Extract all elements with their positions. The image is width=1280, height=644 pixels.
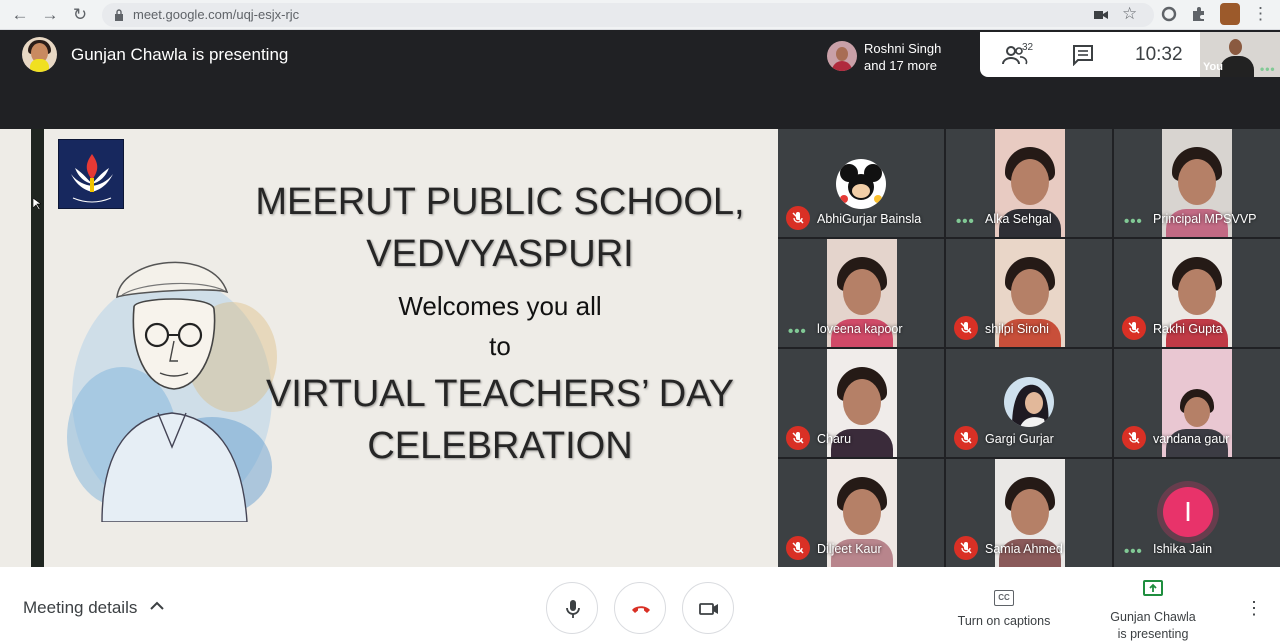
slide-title-line2: VEDVYASPURI — [366, 233, 634, 275]
browser-profile-avatar[interactable] — [1220, 3, 1240, 25]
present-now-button[interactable]: Gunjan Chawla is presenting — [1098, 579, 1208, 643]
muted-mic-badge — [954, 536, 978, 560]
more-options-icon[interactable]: ⋮ — [1245, 598, 1263, 619]
meeting-top-bar: Gunjan Chawla is presenting Roshni Singh… — [0, 30, 1280, 129]
bookmark-star-icon[interactable]: ☆ — [1122, 4, 1137, 24]
participant-name: Samia Ahmed — [985, 542, 1063, 556]
participant-tile[interactable]: Samia Ahmed — [946, 459, 1112, 567]
back-icon[interactable]: ← — [9, 4, 31, 26]
address-bar[interactable]: meet.google.com/uqj-esjx-rjc ☆ — [102, 3, 1154, 27]
participant-name: Charu — [817, 432, 852, 446]
chat-icon[interactable] — [1072, 44, 1094, 66]
participant-name: Rakhi Gupta — [1153, 322, 1223, 336]
participant-tile[interactable]: Diljeet Kaur — [778, 459, 944, 567]
slide-title-line1: MEERUT PUBLIC SCHOOL, — [255, 181, 745, 223]
participant-tile[interactable]: shilpi Sirohi — [946, 239, 1112, 347]
participant-tile[interactable]: ••• Alka Sehgal — [946, 129, 1112, 237]
participant-tile[interactable]: Gargi Gurjar — [946, 349, 1112, 457]
participant-avatar — [1004, 377, 1054, 427]
participant-tile[interactable]: ••• loveena kapoor — [778, 239, 944, 347]
participant-tile[interactable]: I ••• Ishika Jain — [1114, 459, 1280, 567]
meeting-control-bar: Meeting details CC Turn on captions Gunj… — [0, 567, 1280, 644]
microphone-icon — [566, 600, 580, 618]
browser-menu-icon[interactable]: ⋮ — [1252, 4, 1269, 24]
forward-icon[interactable]: → — [39, 4, 61, 26]
present-screen-icon — [1143, 580, 1163, 596]
participant-name: vandana gaur — [1153, 432, 1230, 446]
video-camera-icon — [699, 603, 718, 615]
more-options-dots-icon[interactable]: ••• — [956, 214, 975, 229]
leave-call-button[interactable] — [614, 582, 666, 634]
participant-name: shilpi Sirohi — [985, 322, 1049, 336]
muted-mic-badge — [954, 316, 978, 340]
slide-event-line2: CELEBRATION — [367, 425, 633, 467]
muted-mic-badge — [1122, 316, 1146, 340]
raised-hand-more: and 17 more — [864, 58, 937, 73]
chevron-up-icon[interactable] — [150, 600, 164, 610]
participant-name: Ishika Jain — [1153, 542, 1213, 556]
slide-event-line1: VIRTUAL TEACHERS’ DAY — [265, 373, 735, 415]
presenter-avatar — [22, 37, 57, 72]
muted-mic-badge — [786, 426, 810, 450]
participant-name: Gargi Gurjar — [985, 432, 1054, 446]
school-crest-logo — [58, 139, 124, 209]
slide-left-bar — [31, 129, 44, 567]
participant-grid: AbhiGurjar Bainsla ••• Alka Sehgal ••• P… — [778, 129, 1280, 567]
participant-tile[interactable]: Rakhi Gupta — [1114, 239, 1280, 347]
muted-mic-badge — [786, 206, 810, 230]
lock-icon — [115, 9, 123, 21]
hang-up-icon — [632, 606, 650, 613]
presenting-status-line1: Gunjan Chawla — [1110, 610, 1196, 624]
participant-tile[interactable]: AbhiGurjar Bainsla — [778, 129, 944, 237]
muted-mic-badge — [1122, 426, 1146, 450]
participant-name: AbhiGurjar Bainsla — [817, 212, 922, 226]
captions-label: Turn on captions — [957, 614, 1051, 628]
presenting-label: Gunjan Chawla is presenting — [71, 45, 289, 64]
participant-initial-avatar: I — [1163, 487, 1213, 537]
raised-hand-name: Roshni Singh — [864, 41, 942, 56]
raised-hand-notification[interactable]: Roshni Singh and 17 more — [820, 34, 980, 76]
mouse-pointer-icon — [33, 198, 41, 210]
more-options-dots-icon[interactable]: ••• — [788, 324, 807, 339]
camera-in-use-icon[interactable] — [1094, 8, 1108, 22]
participant-name: loveena kapoor — [817, 322, 903, 336]
participant-avatar — [836, 159, 886, 209]
more-options-dots-icon[interactable]: ••• — [1124, 214, 1143, 229]
meeting-clock: 10:32 — [1135, 44, 1183, 65]
more-options-dots-icon[interactable]: ••• — [1124, 544, 1143, 559]
url-text: meet.google.com/uqj-esjx-rjc — [133, 7, 300, 22]
participant-name: Alka Sehgal — [985, 212, 1052, 226]
self-label: You — [1203, 61, 1223, 73]
presenting-status-line2: is presenting — [1117, 627, 1189, 641]
participant-tile[interactable]: ••• Principal MPSVVP — [1114, 129, 1280, 237]
slide-welcome-line: Welcomes you all — [398, 291, 602, 321]
participant-tile[interactable]: vandana gaur — [1114, 349, 1280, 457]
browser-toolbar: ← → ↻ meet.google.com/uqj-esjx-rjc ☆ ⋮ — [0, 0, 1280, 30]
muted-mic-badge — [954, 426, 978, 450]
muted-mic-badge — [786, 536, 810, 560]
meeting-info-panel: 32 10:32 — [980, 32, 1200, 77]
raised-hand-avatar — [827, 41, 857, 71]
presentation-slide: MEERUT PUBLIC SCHOOL, VEDVYASPURI Welcom… — [0, 129, 778, 567]
self-more-options-icon[interactable]: ••• — [1260, 62, 1276, 76]
participant-tile[interactable]: Charu — [778, 349, 944, 457]
microphone-button[interactable] — [546, 582, 598, 634]
camera-button[interactable] — [682, 582, 734, 634]
participant-name: Principal MPSVVP — [1153, 212, 1257, 226]
self-view-tile[interactable]: You ••• — [1200, 32, 1280, 77]
extension-circle-icon[interactable] — [1160, 5, 1178, 23]
participant-count: 32 — [1022, 42, 1034, 53]
meeting-details-button[interactable]: Meeting details — [23, 598, 137, 618]
slide-to-line: to — [489, 331, 511, 361]
participant-name: Diljeet Kaur — [817, 542, 882, 556]
captions-button[interactable]: CC Turn on captions — [940, 587, 1068, 628]
extensions-puzzle-icon[interactable] — [1190, 5, 1208, 23]
closed-captions-icon: CC — [994, 590, 1014, 606]
reload-icon[interactable]: ↻ — [69, 4, 91, 26]
